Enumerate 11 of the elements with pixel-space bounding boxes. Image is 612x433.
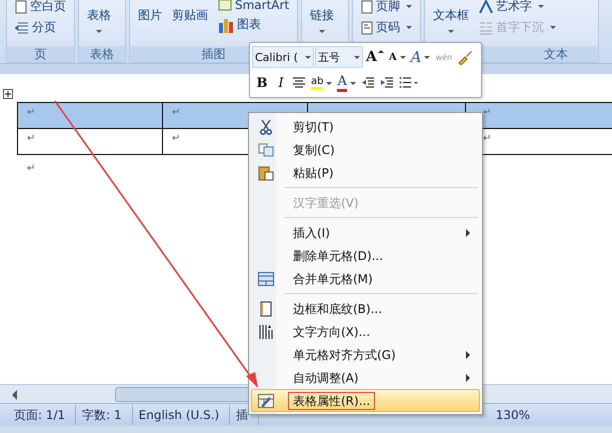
group-label: 文本 [544,47,568,61]
group-label: 页 [34,47,46,61]
group-label: 插图 [202,47,226,61]
paragraph-mark: ↵ [27,107,36,118]
group-label: 表格 [90,47,114,61]
paragraph-mark: ↵ [27,163,36,174]
paragraph-mark: ↵ [483,107,492,118]
paragraph-mark: ↵ [27,133,36,144]
paragraph-mark: ↵ [172,107,180,118]
paragraph-mark: ↵ [483,133,492,144]
paragraph-mark: ↵ [172,133,180,144]
